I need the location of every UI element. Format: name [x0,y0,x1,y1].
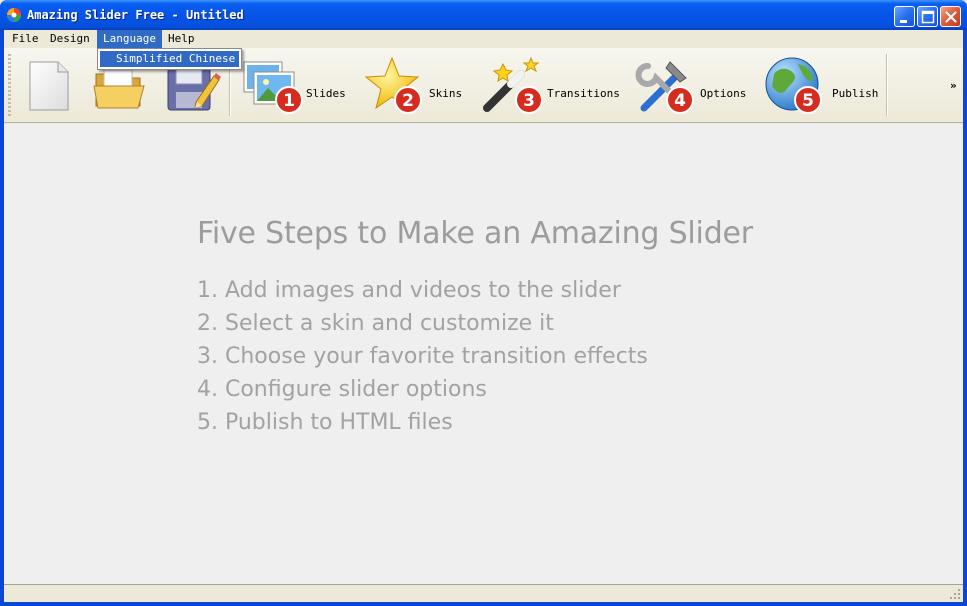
welcome-heading: Five Steps to Make an Amazing Slider [197,216,753,251]
step-item: 4. Configure slider options [197,377,487,402]
step-item: 2. Select a skin and customize it [197,311,554,336]
minimize-button[interactable] [894,6,915,27]
transitions-wand-icon: 3 [483,56,543,114]
skins-button[interactable]: 2 Skins [362,56,466,116]
step-item: 1. Add images and videos to the slider [197,278,621,303]
welcome-panel: Five Steps to Make an Amazing Slider 1. … [4,124,963,584]
options-button[interactable]: 4 Options [634,56,752,116]
close-icon [945,11,957,23]
steps-list: 1. Add images and videos to the slider 2… [197,274,648,439]
skins-label: Skins [429,87,463,100]
new-document-icon [29,61,69,111]
client-area: File Design Language Help Simplified Chi… [4,30,963,602]
menu-file[interactable]: File [6,30,45,48]
options-label: Options [700,87,747,100]
menu-language[interactable]: Language [97,30,162,48]
step-badge: 1 [283,91,295,111]
step-item: 5. Publish to HTML files [197,410,453,435]
menu-design[interactable]: Design [44,30,96,48]
app-window: Amazing Slider Free - Untitled File Desi… [0,0,967,606]
title-bar[interactable]: Amazing Slider Free - Untitled [0,0,967,30]
skins-star-icon: 2 [364,56,422,114]
options-tools-icon: 4 [635,61,694,114]
toolbar-separator [886,54,888,116]
resize-grip-icon[interactable] [949,588,961,600]
publish-button[interactable]: 5 Publish [764,56,879,116]
slides-button[interactable]: 1 Slides [240,56,350,116]
step-badge: 2 [402,91,414,111]
status-bar [4,584,963,602]
minimize-icon [900,20,907,23]
publish-label: Publish [832,87,879,100]
maximize-button[interactable] [917,6,938,27]
step-badge: 5 [802,91,814,111]
transitions-button[interactable]: 3 Transitions [481,56,621,116]
new-button[interactable] [22,56,74,116]
publish-globe-icon: 5 [765,57,822,114]
slides-label: Slides [306,87,346,100]
menu-help[interactable]: Help [162,30,201,48]
toolbar-grip[interactable] [8,54,11,116]
slides-icon: 1 [243,61,303,114]
close-button[interactable] [940,6,961,27]
app-logo-icon [7,8,21,22]
step-badge: 3 [523,91,535,111]
step-badge: 4 [674,91,686,111]
maximize-icon [921,10,935,24]
menu-bar: File Design Language Help [4,30,963,48]
toolbar-overflow-chevron[interactable]: » [950,79,957,92]
language-dropdown: Simplified Chinese [97,48,242,70]
transitions-label: Transitions [547,87,620,100]
step-item: 3. Choose your favorite transition effec… [197,344,648,369]
menu-item-simplified-chinese[interactable]: Simplified Chinese [100,51,239,67]
window-title: Amazing Slider Free - Untitled [27,8,244,22]
